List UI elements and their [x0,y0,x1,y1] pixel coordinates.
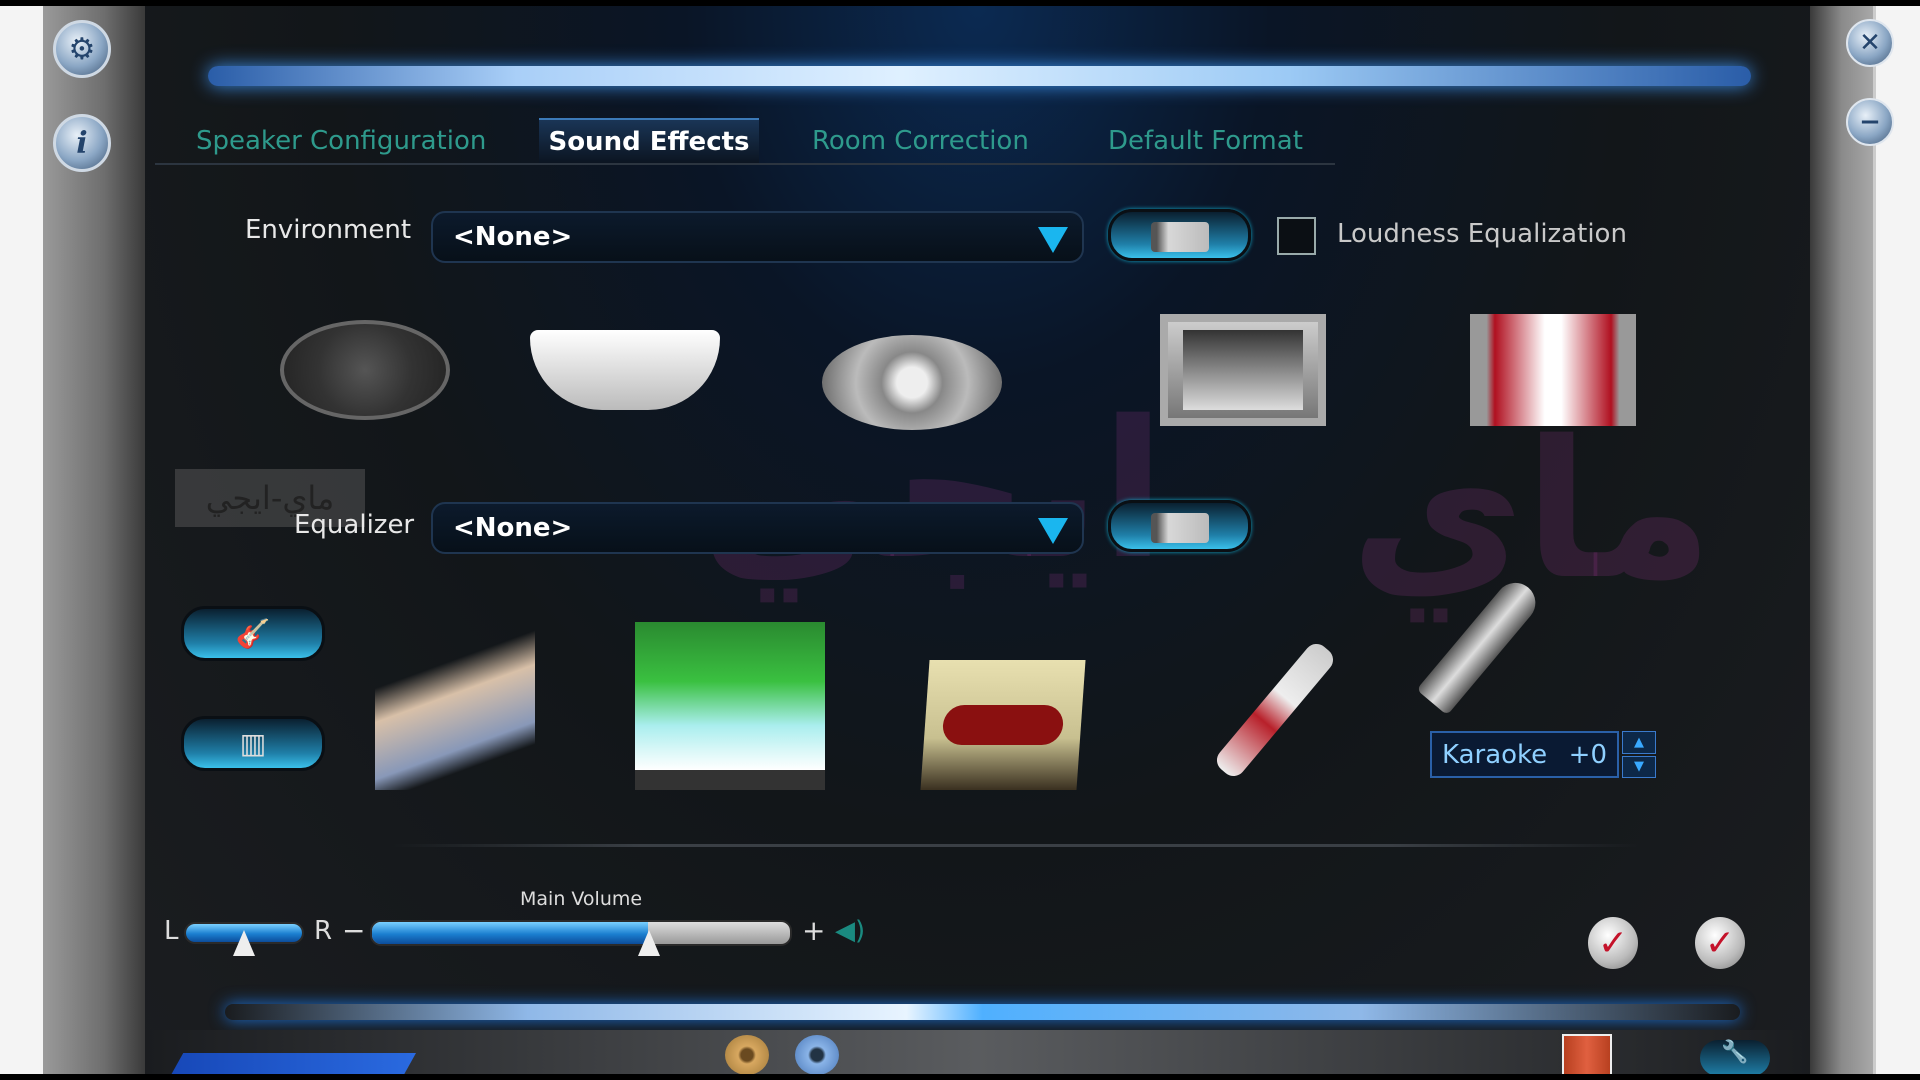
close-button[interactable]: ✕ [1846,19,1894,67]
check-arrow-icon: ✓ [1704,922,1736,964]
connector-panel-icon[interactable] [1562,1034,1612,1076]
info-icon: i [76,125,88,161]
ok-button[interactable]: ✓ [1588,917,1638,969]
tab-room-correction[interactable]: Room Correction [806,118,1035,164]
loudness-equalization-label: Loudness Equalization [1337,219,1627,249]
concert-crowd-icon[interactable] [635,622,825,790]
tab-speaker-configuration[interactable]: Speaker Configuration [190,118,492,164]
stage-curtain-icon[interactable] [1470,314,1636,426]
club-stage-icon[interactable] [920,660,1086,790]
environment-value: <None> [453,222,573,252]
keyboard-player-icon[interactable] [375,620,535,790]
volume-slider-thumb[interactable] [637,930,660,956]
loudness-equalization-checkbox[interactable] [1277,217,1316,255]
graphic-eq-icon: ▥ [239,727,267,760]
info-button[interactable]: i [53,114,111,172]
spinner-up-icon[interactable]: ▲ [1622,731,1656,754]
bottom-border [0,1074,1920,1080]
room-box-icon[interactable] [1160,314,1326,426]
sewer-cover-icon[interactable] [280,320,450,420]
environment-label: Environment [245,215,412,245]
background-window-edge-right [1873,0,1920,1080]
gear-icon: ⚙ [68,31,96,67]
balance-slider[interactable] [184,922,304,956]
asus-logo [171,1053,416,1075]
main-volume-label: Main Volume [520,888,643,910]
karaoke-value: +0 [1568,739,1607,770]
check-icon: ✓ [1597,922,1629,964]
balance-slider-thumb[interactable] [233,930,255,956]
right-frame [1810,0,1873,1080]
graphic-eq-button[interactable]: ▥ [181,716,325,771]
equalizer-toggle[interactable] [1108,500,1251,552]
equalizer-dropdown[interactable]: <None> [431,502,1084,554]
background-window-edge [0,0,43,1080]
karaoke-spinner[interactable]: ▲ ▼ [1622,731,1656,778]
spinner-down-icon[interactable]: ▼ [1622,755,1656,778]
tab-underline [155,163,1335,165]
balance-left-label: L [164,916,179,946]
minimize-button[interactable]: − [1846,98,1894,146]
equalizer-label: Equalizer [294,510,415,540]
chevron-down-icon [1038,518,1068,544]
header-glow-bar [208,66,1751,86]
arena-icon[interactable] [822,335,1002,430]
footer-glow-bar [225,1004,1740,1020]
volume-minus[interactable]: − [342,914,365,947]
chevron-down-icon [1038,227,1068,253]
volume-slider[interactable] [370,920,792,956]
equalizer-value: <None> [453,513,573,543]
settings-button[interactable]: ⚙ [53,20,111,78]
karaoke-field[interactable]: Karaoke +0 [1430,731,1619,778]
guitar-icon: 🎸 [235,617,271,650]
close-icon: ✕ [1859,28,1881,58]
audio-jack-icon[interactable] [795,1035,839,1075]
karaoke-label: Karaoke [1442,739,1548,770]
top-border [0,0,1920,6]
environment-dropdown[interactable]: <None> [431,211,1084,263]
tab-default-format[interactable]: Default Format [1102,118,1309,164]
wrench-icon[interactable]: 🔧 [1700,1040,1770,1076]
volume-plus[interactable]: + [802,914,825,947]
guitar-eq-button[interactable]: 🎸 [181,606,325,661]
balance-right-label: R [314,916,333,946]
audio-jack-icon[interactable] [725,1035,769,1075]
environment-toggle[interactable] [1108,209,1251,261]
apply-button[interactable]: ✓ [1695,917,1745,969]
tab-sound-effects[interactable]: Sound Effects [539,118,759,164]
divider [392,844,1641,847]
minimize-icon: − [1859,107,1881,137]
speaker-icon[interactable]: ◀) [835,916,865,946]
